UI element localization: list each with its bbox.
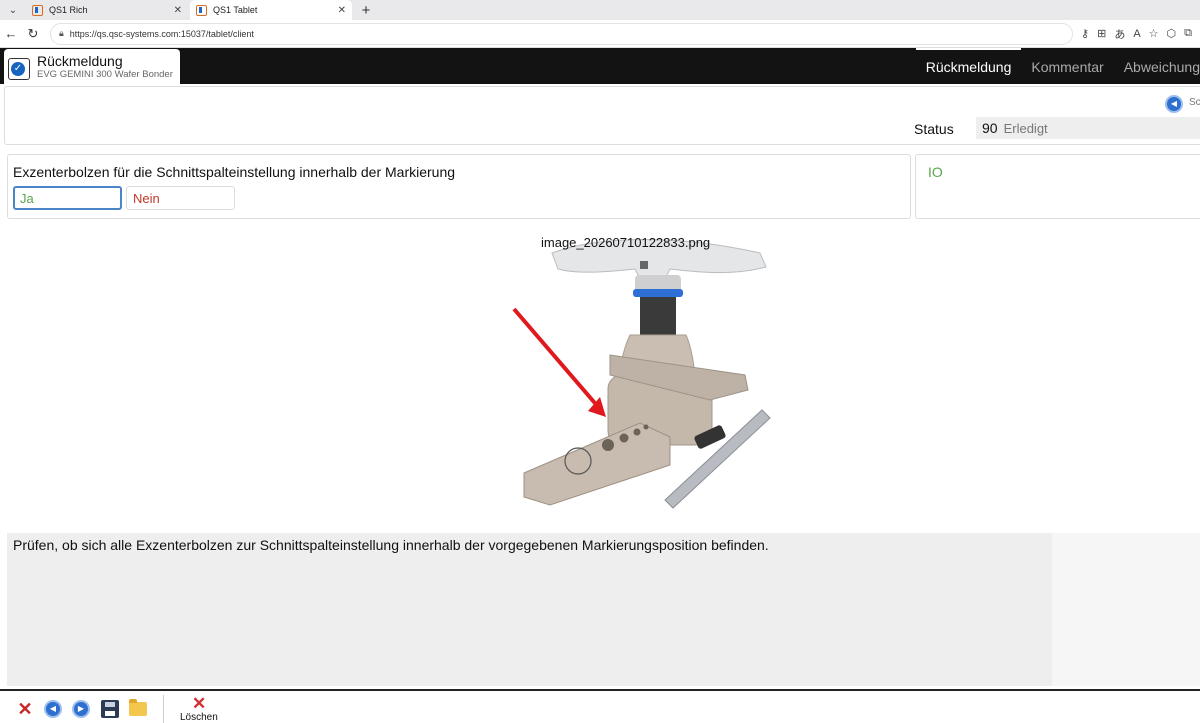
folder-icon[interactable] xyxy=(129,699,147,716)
browser-toolbar-icons: ⚷ ⊞ あ A ☆ ⬡ ⧉ xyxy=(1073,26,1200,42)
back-button-label[interactable]: Sc xyxy=(1189,97,1200,108)
collections-icon[interactable]: ⧉ xyxy=(1184,27,1192,40)
app-favicon-icon xyxy=(32,4,43,16)
reload-icon[interactable]: ↻ xyxy=(22,26,44,42)
browser-tab-qs1-rich[interactable]: QS1 Rich ✕ xyxy=(26,0,188,20)
app-favicon-icon xyxy=(196,4,207,16)
flaring-tool-image[interactable] xyxy=(490,225,790,525)
app-brand: ✓ Rückmeldung EVG GEMINI 300 Wafer Bonde… xyxy=(4,49,180,84)
app-install-icon[interactable]: ⊞ xyxy=(1097,27,1106,40)
new-tab-plus-icon[interactable]: + xyxy=(354,0,378,20)
status-label: Status xyxy=(914,121,954,137)
delete-button-label[interactable]: Löschen xyxy=(180,712,218,723)
delete-x-icon[interactable]: ✕ xyxy=(192,694,206,714)
cancel-x-icon[interactable]: ✕ xyxy=(16,700,34,718)
browser-tab-bar: ⌄ QS1 Rich ✕ QS1 Tablet ✕ + xyxy=(0,0,1200,20)
tab-title: QS1 Rich xyxy=(49,5,88,15)
tab-list-chevron-icon[interactable]: ⌄ xyxy=(0,0,26,20)
check-icon: ✓ xyxy=(11,61,25,76)
checklist-icon: ✓ xyxy=(8,57,30,80)
description-text: Prüfen, ob sich alle Exzenterbolzen zur … xyxy=(13,537,769,553)
url-field[interactable]: 🔒︎ https://qs.qsc-systems.com:15037/tabl… xyxy=(50,22,1074,45)
image-filename: image_20260710122833.png xyxy=(541,235,711,250)
back-circle-icon[interactable]: ◀ xyxy=(1165,95,1183,113)
browser-tab-qs1-tablet[interactable]: QS1 Tablet ✕ xyxy=(190,0,352,20)
machine-subtitle: EVG GEMINI 300 Wafer Bonder xyxy=(37,68,173,80)
status-code: 90 xyxy=(982,120,998,136)
question-text: Exzenterbolzen für die Schnittspalteinst… xyxy=(13,164,456,180)
address-bar-row: ← ↻ 🔒︎ https://qs.qsc-systems.com:15037/… xyxy=(0,20,1200,48)
key-icon[interactable]: ⚷ xyxy=(1081,27,1089,40)
tab-abweichung[interactable]: Abweichung xyxy=(1114,48,1200,84)
previous-circle-icon[interactable]: ◀ xyxy=(44,700,62,718)
translate-icon[interactable]: あ xyxy=(1114,26,1125,42)
description-panel xyxy=(7,533,1200,686)
toolbar-divider xyxy=(0,689,1200,691)
tab-title: QS1 Tablet xyxy=(213,5,258,15)
read-aloud-icon[interactable]: A xyxy=(1133,28,1140,40)
close-icon[interactable]: ✕ xyxy=(174,5,182,16)
toolbar-separator xyxy=(163,695,164,723)
favorite-star-icon[interactable]: ☆ xyxy=(1149,27,1159,40)
page-title: Rückmeldung xyxy=(37,52,123,69)
close-icon[interactable]: ✕ xyxy=(338,5,346,16)
lock-icon: 🔒︎ xyxy=(59,28,64,38)
tab-rueckmeldung[interactable]: Rückmeldung xyxy=(915,48,1022,84)
extensions-icon[interactable]: ⬡ xyxy=(1167,27,1177,40)
status-field: 90 Erledigt xyxy=(976,117,1200,139)
save-disk-icon[interactable] xyxy=(101,700,119,718)
tab-kommentar[interactable]: Kommentar xyxy=(1021,48,1113,84)
yes-button[interactable]: Ja xyxy=(13,186,122,210)
status-text: Erledigt xyxy=(1003,120,1048,136)
next-circle-icon[interactable]: ▶ xyxy=(72,700,90,718)
result-text: IO xyxy=(928,164,943,180)
no-button[interactable]: Nein xyxy=(126,186,235,210)
result-panel xyxy=(915,154,1200,219)
description-side-strip xyxy=(1052,533,1200,686)
url-text: https://qs.qsc-systems.com:15037/tablet/… xyxy=(69,28,254,39)
back-arrow-icon[interactable]: ← xyxy=(0,26,22,41)
main-nav: Rückmeldung Kommentar Abweichung xyxy=(915,48,1200,84)
